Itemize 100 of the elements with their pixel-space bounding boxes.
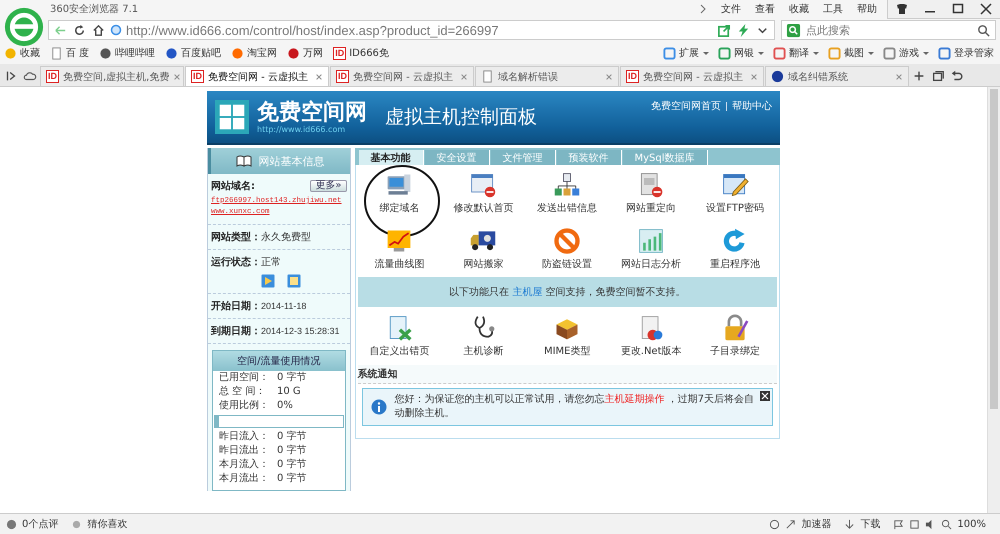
cloud-icon[interactable]: [23, 69, 37, 83]
window-icon[interactable]: [469, 171, 498, 199]
zoom-level[interactable]: 100%: [957, 518, 986, 530]
id-badge: ID: [46, 70, 59, 83]
function-link[interactable]: 网站搬家: [463, 257, 504, 271]
scrollbar[interactable]: [987, 87, 1000, 513]
function-link[interactable]: 防盗链设置: [542, 257, 592, 271]
sidebar-toggle-icon[interactable]: [4, 69, 18, 83]
sidebar-heading: 网站基本信息: [258, 154, 324, 168]
menu-item[interactable]: 帮助: [857, 2, 877, 16]
bookmark-link[interactable]: 哔哩哔哩: [115, 46, 156, 60]
toolbar-button[interactable]: 游戏: [899, 46, 919, 60]
reload-icon[interactable]: [72, 22, 87, 38]
function-link[interactable]: 流量曲线图: [374, 257, 424, 271]
toolbar-button[interactable]: 截图: [844, 46, 864, 60]
browser-title: 360安全浏览器 7.1: [50, 2, 138, 16]
toolbar-button[interactable]: 网银: [734, 46, 754, 60]
close-tab-icon[interactable]: [173, 72, 182, 80]
usage-value: 0 字节: [277, 430, 307, 444]
function-link[interactable]: 重启程序池: [710, 257, 760, 271]
browser-tab[interactable]: ID 免费空间网 - 云虚拟主: [185, 66, 329, 86]
stop-button[interactable]: [287, 274, 301, 288]
search-field[interactable]: 点此搜索: [804, 22, 973, 38]
function-link[interactable]: 更改.Net版本: [620, 344, 682, 358]
more-button[interactable]: 更多»: [310, 180, 346, 192]
bookmark-link[interactable]: ID666免: [349, 46, 389, 60]
usage-value: 10 G: [277, 385, 301, 399]
windows-logo-icon: [215, 100, 249, 134]
header-link[interactable]: 免费空间网首页: [651, 99, 721, 113]
bookmark-link[interactable]: 万网: [303, 46, 324, 60]
function-tab[interactable]: 基本功能: [358, 150, 424, 165]
bookmark-link[interactable]: 百 度: [66, 46, 90, 60]
search-icon[interactable]: [976, 22, 991, 38]
notice-text: 您好：为保证您的主机可以正常试用，请您勿忘主机延期操作 ，过期7天后将会自动删除主机。: [394, 393, 756, 421]
close-tab-icon[interactable]: [895, 72, 903, 80]
chevron-icon[interactable]: [699, 4, 707, 14]
caret-icon[interactable]: [922, 49, 930, 57]
menu-item[interactable]: 查看: [755, 2, 775, 16]
usage-label: 昨日流出：: [219, 444, 270, 458]
function-link[interactable]: 发送出错信息: [537, 201, 598, 215]
bookmark-link[interactable]: 淘宝网: [247, 46, 278, 60]
usage-value: 0 字节: [277, 444, 307, 458]
toolbar-button[interactable]: 扩展: [679, 46, 699, 60]
share-icon[interactable]: [717, 22, 732, 38]
url-text[interactable]: http://www.id666.com/control/host/index.asp?product_id=266997: [126, 22, 713, 38]
caret-icon[interactable]: [702, 49, 710, 57]
play-button[interactable]: [261, 274, 275, 288]
accelerator-button[interactable]: 加速器: [801, 517, 832, 531]
menu-item[interactable]: 文件: [721, 2, 741, 16]
browser-tab[interactable]: ID 免费空间,虚拟主机,免费: [40, 66, 184, 86]
tabs-icon[interactable]: [931, 69, 945, 83]
browser-tab[interactable]: ID 免费空间网 - 云虚拟主: [330, 66, 474, 86]
window-icon[interactable]: [909, 518, 920, 530]
undo-icon[interactable]: [950, 69, 964, 83]
close-tab-icon[interactable]: [750, 72, 758, 80]
toolbar-button[interactable]: 翻译: [789, 46, 809, 60]
function-link[interactable]: 子目录绑定: [710, 344, 760, 358]
function-link[interactable]: 修改默认首页: [453, 201, 514, 215]
zoom-icon[interactable]: [941, 518, 952, 530]
close-icon[interactable]: [760, 391, 770, 401]
pencil-icon[interactable]: [721, 171, 750, 199]
field-value: 正常: [261, 257, 281, 268]
function-link[interactable]: MIME类型: [544, 344, 590, 358]
address-bar[interactable]: http://www.id666.com/control/host/index.asp?product_id=266997: [48, 20, 775, 40]
search-bar[interactable]: 点此搜索: [781, 20, 996, 40]
usage-value: 0 字节: [277, 371, 307, 385]
menu-item[interactable]: 工具: [823, 2, 843, 16]
status-text[interactable]: 0个点评: [22, 517, 58, 531]
browser-tab[interactable]: 域名解析错误: [475, 66, 619, 86]
function-link[interactable]: 主机诊断: [463, 344, 504, 358]
function-link[interactable]: 设置FTP密码: [706, 201, 764, 215]
close-tab-icon[interactable]: [605, 72, 613, 80]
search-engine-icon[interactable]: [786, 22, 801, 38]
flag-icon[interactable]: [893, 518, 904, 530]
caret-icon[interactable]: [757, 49, 765, 57]
home-icon[interactable]: [91, 22, 106, 38]
page-icon: [50, 46, 63, 60]
usage-value: 0%: [277, 399, 293, 413]
caret-icon[interactable]: [867, 49, 875, 57]
caret-icon[interactable]: [812, 49, 820, 57]
menu-item[interactable]: 收藏: [789, 2, 809, 16]
download-button[interactable]: 下载: [860, 517, 880, 531]
close-tab-icon[interactable]: [460, 72, 468, 80]
function-link[interactable]: 网站重定向: [626, 201, 676, 215]
toolbar-button[interactable]: 登录管家: [954, 46, 994, 60]
field-label: 开始日期：: [211, 301, 261, 312]
bookmark-link[interactable]: 百度贴吧: [181, 46, 222, 60]
close-tab-icon[interactable]: [315, 72, 323, 80]
prohibited-icon[interactable]: [553, 227, 582, 255]
header-link[interactable]: 帮助中心: [732, 99, 772, 113]
function-link[interactable]: 自定义出错页: [369, 344, 430, 358]
browser-tab[interactable]: 域名纠错系统: [765, 66, 909, 86]
status-text[interactable]: 猜你喜欢: [87, 517, 128, 531]
id-badge: ID: [336, 70, 349, 83]
browser-tab[interactable]: ID 免费空间网 - 云虚拟主: [620, 66, 764, 86]
bookmark-link[interactable]: 收藏: [20, 46, 40, 60]
new-tab-icon[interactable]: [912, 69, 926, 83]
function-link[interactable]: 绑定域名: [379, 201, 420, 215]
download-icon[interactable]: [844, 518, 856, 530]
function-link[interactable]: 网站日志分析: [621, 257, 682, 271]
